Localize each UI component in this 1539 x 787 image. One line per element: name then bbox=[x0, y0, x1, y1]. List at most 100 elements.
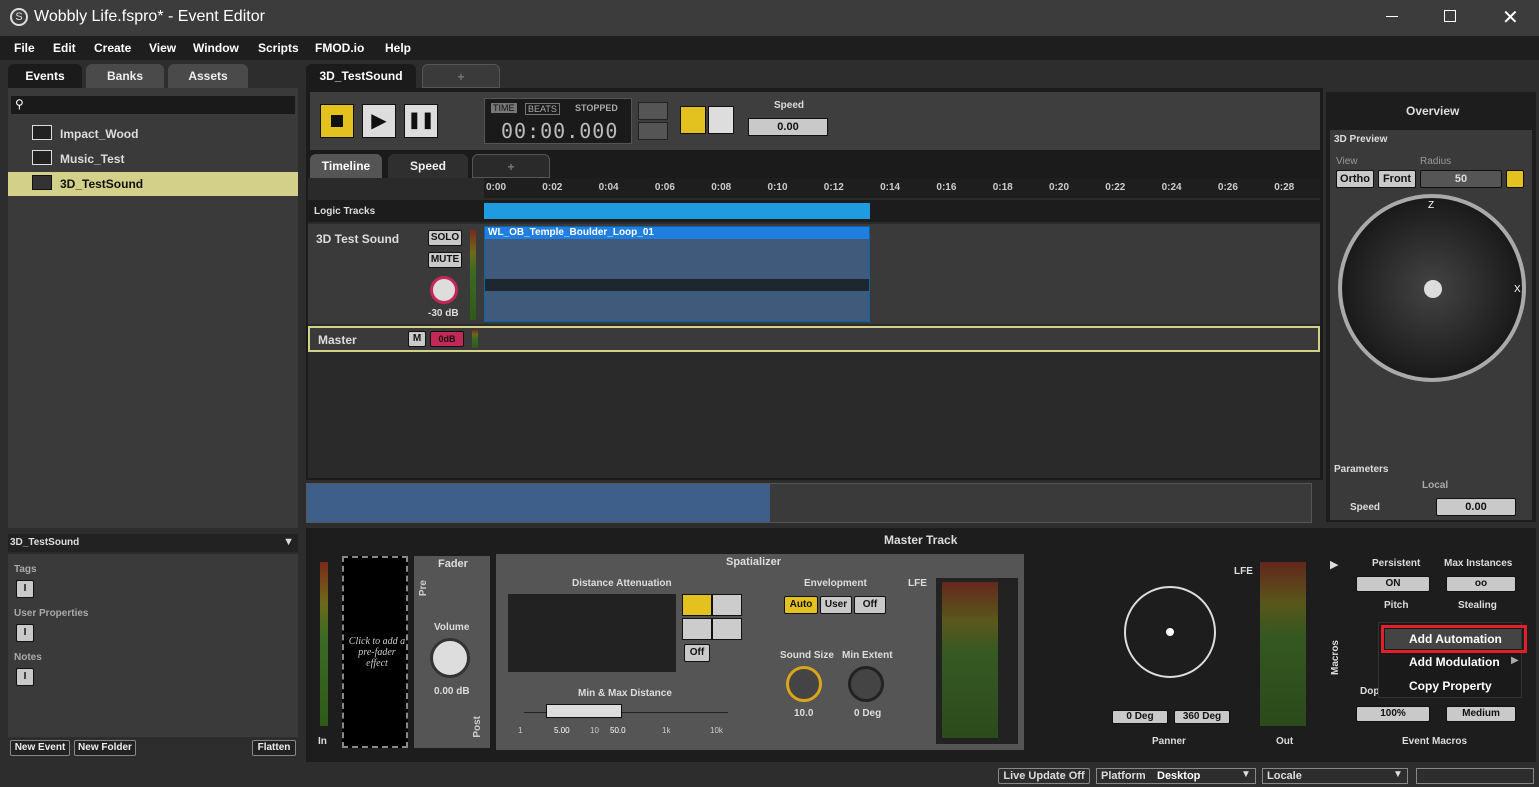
clip-name: WL_OB_Temple_Boulder_Loop_01 bbox=[488, 227, 654, 238]
list-item[interactable]: 3D_TestSound bbox=[8, 172, 298, 196]
doppler-input[interactable]: 100% bbox=[1356, 706, 1430, 722]
title-bar: S Wobbly Life.fspro* - Event Editor ✕ bbox=[0, 0, 1539, 36]
follow-icon[interactable] bbox=[638, 122, 668, 140]
attenuation-curve[interactable] bbox=[508, 594, 676, 672]
tab-timeline[interactable]: Timeline bbox=[310, 154, 382, 178]
menu-item-copy-property[interactable]: Copy Property bbox=[1409, 679, 1492, 693]
panner-position[interactable] bbox=[1166, 628, 1174, 636]
tab-assets[interactable]: Assets bbox=[168, 64, 248, 88]
new-folder-button[interactable]: New Folder bbox=[74, 740, 136, 756]
master-volume-button[interactable]: 0dB bbox=[430, 331, 464, 347]
post-label[interactable]: Post bbox=[472, 716, 483, 738]
user-properties-edit-icon[interactable]: I bbox=[16, 624, 34, 642]
waveform bbox=[485, 279, 869, 291]
pre-fader-hint: Click to add a pre-fader effect bbox=[348, 636, 406, 669]
time-mode-button[interactable]: TIME bbox=[491, 103, 517, 113]
scroll-thumb[interactable] bbox=[307, 484, 770, 522]
macros-expand-icon[interactable]: ▶ bbox=[1330, 558, 1338, 571]
curve-off-button[interactable]: Off bbox=[684, 644, 710, 662]
tab-event[interactable]: 3D_TestSound bbox=[306, 64, 416, 88]
curve-preset-1[interactable] bbox=[682, 594, 712, 616]
add-parameter-tab-button[interactable]: + bbox=[472, 154, 550, 178]
listener-icon[interactable] bbox=[1424, 280, 1442, 298]
persistent-toggle[interactable]: ON bbox=[1356, 576, 1430, 592]
spatializer-meter bbox=[936, 578, 1018, 744]
mute-button[interactable]: MUTE bbox=[428, 252, 462, 268]
preview-3d: 3D Preview View Radius Ortho Front 50 Z … bbox=[1330, 130, 1532, 460]
env-auto-button[interactable]: Auto bbox=[784, 596, 818, 614]
tags-edit-icon[interactable]: I bbox=[16, 580, 34, 598]
close-button[interactable]: ✕ bbox=[1502, 5, 1519, 30]
panner-max-deg[interactable]: 360 Deg bbox=[1174, 710, 1230, 724]
speed-param-value[interactable]: 0.00 bbox=[1436, 498, 1516, 516]
radius-input[interactable]: 50 bbox=[1420, 170, 1502, 188]
track-volume-knob[interactable] bbox=[430, 276, 458, 304]
curve-preset-3[interactable] bbox=[682, 618, 712, 640]
stealing-select[interactable]: Medium bbox=[1446, 706, 1516, 722]
tab-events[interactable]: Events bbox=[8, 64, 82, 88]
speed-value[interactable]: 0.00 bbox=[748, 118, 828, 136]
chevron-down-icon[interactable]: ▼ bbox=[283, 536, 294, 548]
curve-preset-4[interactable] bbox=[712, 618, 742, 640]
list-view-icon[interactable] bbox=[680, 106, 706, 134]
notes-edit-icon[interactable]: I bbox=[16, 668, 34, 686]
menu-view[interactable]: View bbox=[149, 41, 176, 55]
panner-min-deg[interactable]: 0 Deg bbox=[1112, 710, 1168, 724]
panner-dial[interactable] bbox=[1124, 586, 1216, 678]
maximize-button[interactable] bbox=[1444, 10, 1456, 22]
preview-3d-header[interactable]: 3D Preview bbox=[1334, 134, 1387, 145]
menu-help[interactable]: Help bbox=[385, 41, 411, 55]
master-mute-button[interactable]: M bbox=[408, 331, 426, 347]
locale-select[interactable]: Locale ▼ bbox=[1262, 768, 1408, 784]
platform-select[interactable]: Platform Desktop ▼ bbox=[1096, 768, 1256, 784]
timeline-overview-scrollbar[interactable] bbox=[306, 483, 1312, 523]
menu-scripts[interactable]: Scripts bbox=[258, 41, 299, 55]
audio-clip[interactable]: WL_OB_Temple_Boulder_Loop_01 bbox=[484, 226, 870, 322]
stop-button[interactable] bbox=[320, 104, 354, 138]
pre-label[interactable]: Pre bbox=[418, 580, 429, 596]
menu-edit[interactable]: Edit bbox=[53, 41, 76, 55]
ortho-button[interactable]: Ortho bbox=[1336, 170, 1374, 188]
menu-item-add-modulation[interactable]: Add Modulation bbox=[1409, 655, 1500, 669]
max-instances-input[interactable]: oo bbox=[1446, 576, 1516, 592]
volume-knob[interactable] bbox=[430, 638, 470, 678]
curve-preset-2[interactable] bbox=[712, 594, 742, 616]
panner-lfe-label: LFE bbox=[1234, 566, 1253, 577]
grid-view-icon[interactable] bbox=[708, 106, 734, 134]
pause-button[interactable]: ❚❚ bbox=[404, 104, 438, 138]
front-button[interactable]: Front bbox=[1378, 170, 1416, 188]
loop-icon[interactable] bbox=[638, 102, 668, 120]
min-extent-knob[interactable] bbox=[848, 666, 884, 702]
env-user-button[interactable]: User bbox=[820, 596, 852, 614]
timeline-ruler[interactable]: 0:00 0:02 0:04 0:06 0:08 0:10 0:12 0:14 0:16 0:18… bbox=[484, 178, 1320, 198]
sound-size-knob[interactable] bbox=[786, 666, 822, 702]
list-item[interactable]: Impact_Wood bbox=[8, 122, 298, 146]
play-button[interactable]: ▶ bbox=[362, 104, 396, 138]
flatten-button[interactable]: Flatten bbox=[252, 740, 296, 756]
minimize-button[interactable] bbox=[1386, 16, 1398, 17]
lock-icon[interactable] bbox=[1506, 170, 1524, 188]
add-event-tab-button[interactable]: + bbox=[422, 64, 500, 88]
live-update-button[interactable]: Live Update Off bbox=[998, 768, 1090, 784]
pre-fader-slot[interactable]: Click to add a pre-fader effect bbox=[342, 556, 408, 748]
tab-speed[interactable]: Speed bbox=[388, 154, 468, 178]
tab-banks[interactable]: Banks bbox=[86, 64, 164, 88]
env-off-button[interactable]: Off bbox=[854, 596, 886, 614]
loop-region[interactable] bbox=[484, 203, 870, 219]
menu-window[interactable]: Window bbox=[193, 41, 239, 55]
event-name: Music_Test bbox=[60, 152, 125, 166]
menu-item-add-automation[interactable]: Add Automation bbox=[1385, 629, 1521, 649]
fader-title: Fader bbox=[438, 558, 468, 570]
menu-file[interactable]: File bbox=[14, 41, 35, 55]
parameters-header[interactable]: Parameters bbox=[1334, 464, 1388, 475]
minmax-range[interactable] bbox=[546, 704, 622, 718]
spatial-preview-sphere[interactable]: Z X bbox=[1338, 194, 1526, 382]
menu-fmodio[interactable]: FMOD.io bbox=[315, 41, 364, 55]
new-event-button[interactable]: New Event bbox=[10, 740, 70, 756]
menu-create[interactable]: Create bbox=[94, 41, 131, 55]
list-item[interactable]: Music_Test bbox=[8, 147, 298, 171]
solo-button[interactable]: SOLO bbox=[428, 230, 462, 246]
timeline-area: 0:00 0:02 0:04 0:06 0:08 0:10 0:12 0:14 0:16 0:18… bbox=[308, 178, 1320, 478]
beats-mode-button[interactable]: BEATS bbox=[525, 103, 560, 115]
search-input[interactable]: ⚲ bbox=[11, 96, 295, 114]
